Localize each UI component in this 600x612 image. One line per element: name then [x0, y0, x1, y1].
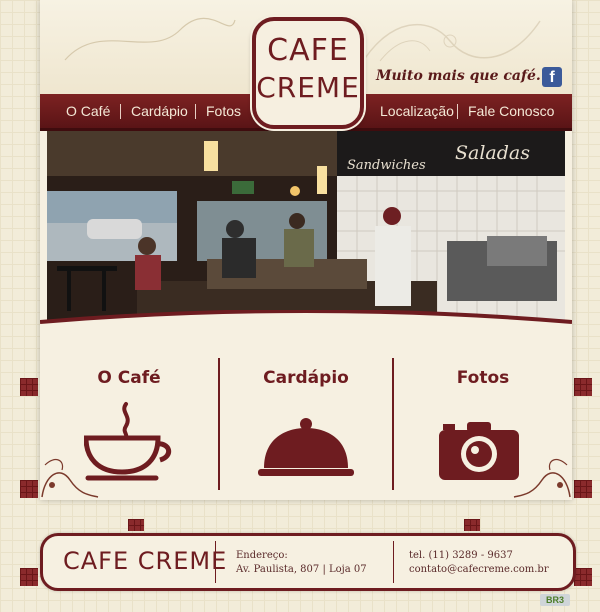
sign-sandwiches: Sandwiches	[347, 158, 426, 173]
facebook-icon[interactable]: f	[542, 67, 562, 87]
wall-tile	[20, 480, 38, 498]
feature-fotos[interactable]: Fotos	[394, 340, 572, 500]
wall-tile	[574, 480, 592, 498]
footer-separator	[215, 541, 216, 583]
footer: CAFE CREME Endereço: Av. Paulista, 807 |…	[40, 533, 576, 591]
address-text: Av. Paulista, 807 | Loja 07	[236, 564, 367, 575]
feature-cardapio[interactable]: Cardápio	[220, 340, 392, 500]
nav-o-cafe[interactable]: O Café	[66, 94, 110, 128]
cloche-icon	[258, 418, 354, 476]
camera-icon	[439, 422, 519, 480]
slogan: Muito mais que café.	[376, 68, 541, 84]
feature-title: O Café	[97, 368, 161, 388]
feature-title: Fotos	[456, 368, 510, 388]
page-container: Muito mais que café. f O Café Cardápio F…	[40, 0, 572, 500]
address-label: Endereço:	[236, 550, 288, 561]
nav-cardapio[interactable]: Cardápio	[131, 94, 188, 128]
nav-localizacao[interactable]: Localização	[380, 94, 454, 128]
nav-fotos[interactable]: Fotos	[206, 94, 241, 128]
coffee-cup-icon	[84, 402, 172, 481]
wall-tile	[20, 378, 38, 396]
nav-fale-conosco[interactable]: Fale Conosco	[468, 94, 554, 128]
footer-separator	[393, 541, 394, 583]
phone-text: tel. (11) 3289 - 9637	[409, 550, 513, 561]
logo-line-2: CREME	[256, 71, 360, 104]
wall-tile	[574, 568, 592, 586]
wall-tile	[20, 568, 38, 586]
cafe-creme-logo[interactable]: CAFE CREME	[252, 17, 364, 129]
wall-tile	[574, 378, 592, 396]
sign-saladas: Saladas	[455, 142, 530, 164]
nav-separator	[120, 104, 121, 119]
wall-tile	[128, 519, 144, 531]
ornament-swirl-left	[64, 17, 236, 61]
br3-badge[interactable]: BR3	[540, 594, 570, 606]
features-section: O Café Cardápio Fotos	[40, 340, 572, 500]
nav-separator	[195, 104, 196, 119]
feature-title: Cardápio	[263, 368, 349, 388]
nav-separator	[457, 104, 458, 119]
feature-o-cafe[interactable]: O Café	[40, 340, 218, 500]
cafe-interior-photo: Sandwiches Saladas	[47, 131, 565, 324]
ornament-swirl	[359, 20, 541, 67]
logo-line-1: CAFE	[267, 33, 349, 68]
wall-tile	[464, 519, 480, 531]
footer-logo[interactable]: CAFE CREME	[63, 547, 227, 575]
email-link[interactable]: contato@cafecreme.com.br	[409, 563, 549, 577]
photo-curve-border	[40, 310, 572, 340]
